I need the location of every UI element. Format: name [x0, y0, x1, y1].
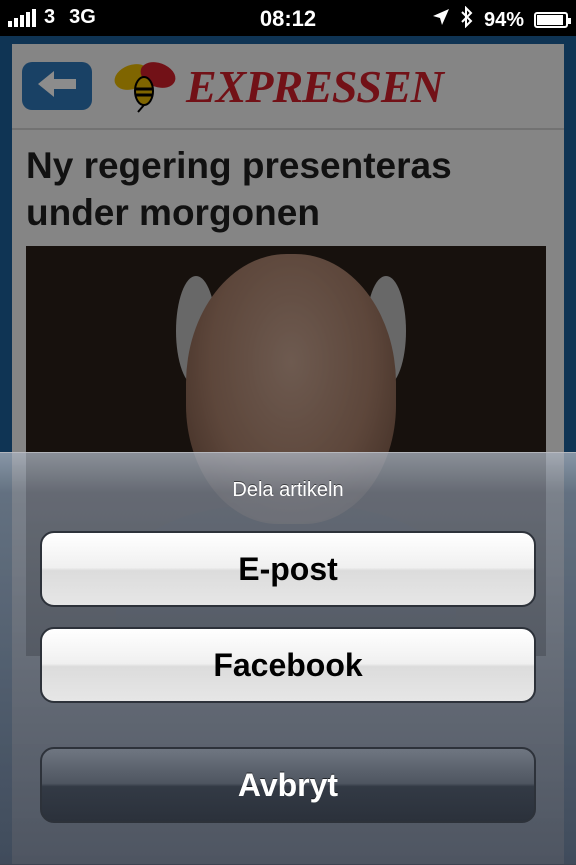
share-action-sheet: Dela artikeln E-post Facebook Avbryt: [0, 452, 576, 865]
battery-percent: 94%: [483, 8, 524, 31]
status-right: 94%: [432, 5, 571, 34]
bluetooth-icon: [460, 5, 474, 34]
cancel-button[interactable]: Avbryt: [40, 747, 536, 823]
status-bar: 3 3G 08:12 94%: [0, 0, 576, 36]
email-share-button[interactable]: E-post: [40, 531, 536, 607]
action-sheet-title: Dela artikeln: [232, 479, 344, 501]
location-arrow-icon: [432, 8, 450, 32]
battery-icon: [534, 12, 571, 28]
facebook-share-button[interactable]: Facebook: [40, 627, 536, 703]
